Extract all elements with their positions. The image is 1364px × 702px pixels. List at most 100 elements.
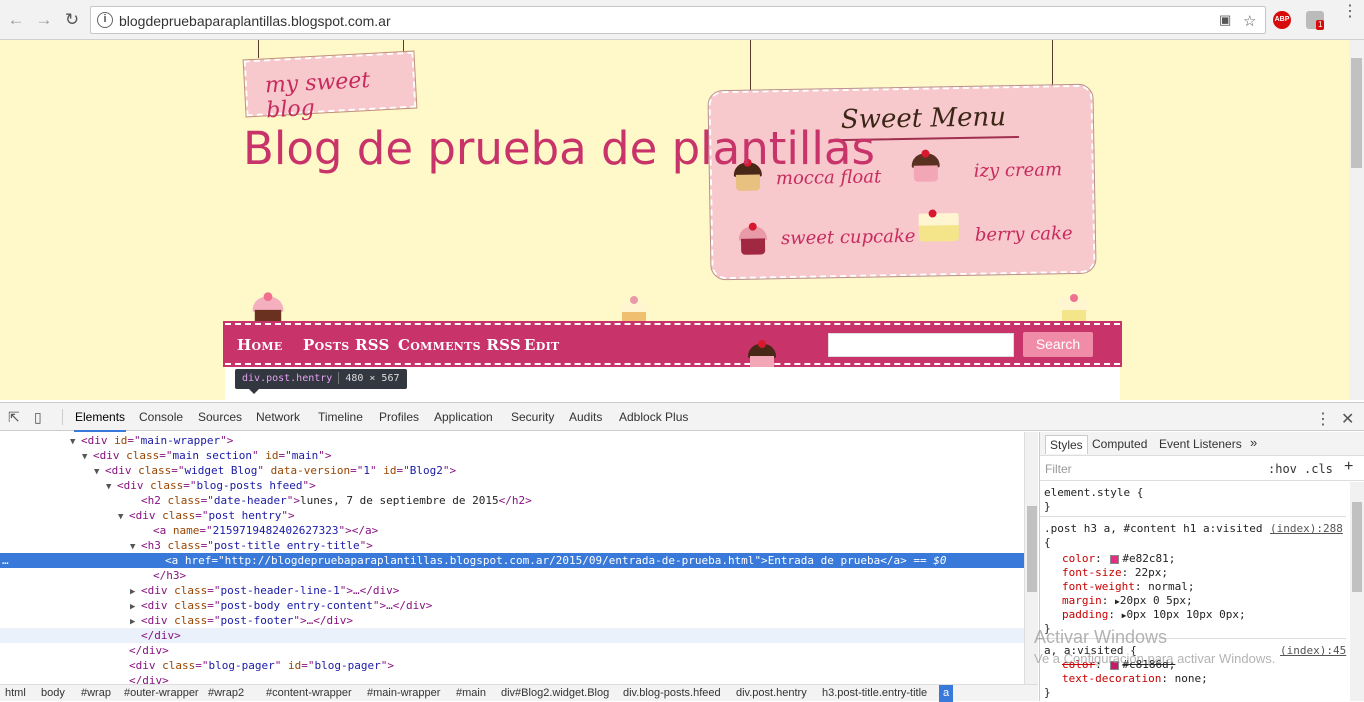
tab-computed[interactable]: Computed [1092, 437, 1147, 451]
breadcrumb-item[interactable]: #wrap [81, 685, 111, 702]
dom-node-line[interactable]: ▶ <div class="post-header-line-1">…</div> [0, 583, 1024, 598]
inspect-icon[interactable]: ⇱ [8, 409, 20, 426]
scroll-thumb[interactable] [1351, 58, 1362, 168]
breadcrumb-item[interactable]: a [939, 685, 954, 702]
dom-node-line[interactable]: ▼ <div class="post hentry"> [0, 508, 1024, 523]
styles-scrollbar[interactable] [1350, 482, 1364, 701]
dom-node-line[interactable]: </div> [0, 673, 1024, 684]
translate-icon[interactable]: ▣ [1219, 12, 1231, 28]
sweet-menu-board: Sweet Menu mocca float izy cream sweet c… [707, 83, 1097, 281]
forward-icon[interactable]: → [34, 10, 54, 30]
breadcrumb-item[interactable]: div#Blog2.widget.Blog [501, 685, 609, 702]
style-declaration: font-size: 22px; [1062, 566, 1168, 579]
breadcrumb-item[interactable]: html [5, 685, 26, 702]
dom-node-line[interactable]: <div class="blog-pager" id="blog-pager"> [0, 658, 1024, 673]
devtools-toolbar: ⇱ ▯ Elements Console Sources Network Tim… [0, 403, 1364, 432]
tab-event-listeners[interactable]: Event Listeners [1159, 437, 1242, 451]
breadcrumb-item[interactable]: #main-wrapper [367, 685, 440, 702]
style-line: { [1044, 536, 1051, 549]
search-input[interactable] [828, 333, 1014, 357]
close-icon[interactable]: ✕ [1341, 409, 1354, 429]
page-scrollbar[interactable] [1349, 40, 1364, 400]
style-declaration: color: #e82c81; [1062, 552, 1176, 565]
dom-node-line[interactable]: ▼ <div class="main section" id="main"> [0, 448, 1024, 463]
devtools-menu-icon[interactable]: ⋮ [1315, 409, 1331, 429]
dom-node-line[interactable]: ▶ <div class="post-body entry-content">…<… [0, 598, 1024, 613]
breadcrumb-item[interactable]: #content-wrapper [266, 685, 352, 702]
nav-home-link[interactable]: Home [237, 336, 283, 354]
dom-node-line[interactable]: <a name="2159719482402627323"></a> [0, 523, 1024, 538]
breadcrumb-item[interactable]: h3.post-title.entry-title [822, 685, 927, 702]
nav-comments-rss-link[interactable]: Comments RSS [398, 336, 521, 354]
search-button[interactable]: Search [1023, 332, 1093, 357]
style-declaration: margin: ▶20px 0 5px; [1062, 594, 1193, 607]
tab-profiles[interactable]: Profiles [379, 410, 419, 424]
dom-node-line[interactable]: </h3> [0, 568, 1024, 583]
activation-watermark-sub: Ve a Configuración para activar Windows. [1034, 651, 1276, 666]
dom-node-line[interactable]: ▼ <h3 class="post-title entry-title"> [0, 538, 1024, 553]
address-bar[interactable]: i blogdepruebaparaplantillas.blogspot.co… [90, 6, 1266, 34]
dom-node-line[interactable]: <h2 class="date-header">lunes, 7 de sept… [0, 493, 1024, 508]
menu-item: izy cream [973, 159, 1063, 182]
reload-icon[interactable]: ↻ [62, 10, 82, 30]
inspect-tooltip: div.post.hentry 480 × 567 [235, 369, 407, 394]
breadcrumb-item[interactable]: div.post.hentry [736, 685, 807, 702]
nav-bar: Home Posts RSS Comments RSS Edit Search [223, 321, 1122, 367]
more-tabs-icon[interactable]: » [1250, 435, 1257, 450]
cupcake-icon [909, 149, 942, 184]
dom-node-line[interactable]: ▶ <div class="post-footer">…</div> [0, 613, 1024, 628]
tab-timeline[interactable]: Timeline [318, 410, 363, 424]
device-mode-icon[interactable]: ▯ [34, 409, 42, 426]
tooltip-dimensions: 480 × 567 [345, 373, 400, 384]
scroll-thumb[interactable] [1027, 506, 1037, 592]
nav-posts-rss-link[interactable]: Posts RSS [303, 336, 390, 354]
tab-console[interactable]: Console [139, 410, 183, 424]
cls-button[interactable]: .cls [1304, 462, 1333, 476]
tab-sources[interactable]: Sources [198, 410, 242, 424]
info-icon[interactable]: i [97, 12, 113, 28]
breadcrumb: html body #wrap #outer-wrapper #wrap2 #conten… [0, 684, 1038, 702]
style-line: } [1044, 500, 1051, 513]
menu-item: berry cake [974, 223, 1073, 246]
source-link[interactable]: (index):45 [1280, 644, 1346, 658]
tab-audits[interactable]: Audits [569, 410, 602, 424]
styles-filter[interactable]: Filter :hov .cls + [1040, 457, 1364, 481]
breadcrumb-item[interactable]: #wrap2 [208, 685, 244, 702]
bookmark-star-icon[interactable]: ☆ [1243, 12, 1256, 30]
color-swatch[interactable] [1110, 554, 1120, 564]
add-rule-icon[interactable]: + [1344, 458, 1353, 476]
url-text: blogdepruebaparaplantillas.blogspot.com.… [119, 13, 391, 29]
tag-text: my sweet blog [264, 67, 371, 124]
scroll-thumb[interactable] [1352, 502, 1362, 592]
devtools-panel: ⇱ ▯ Elements Console Sources Network Tim… [0, 402, 1364, 702]
tab-styles[interactable]: Styles [1045, 435, 1088, 454]
source-link[interactable]: (index):288 [1270, 522, 1343, 536]
tooltip-classes: .post.hentry [260, 373, 333, 384]
tab-network[interactable]: Network [256, 410, 300, 424]
breadcrumb-item[interactable]: #main [456, 685, 486, 702]
tab-application[interactable]: Application [434, 410, 493, 424]
dom-node-line[interactable]: ▼ <div class="blog-posts hfeed"> [0, 478, 1024, 493]
page-viewport: my sweet blog Sweet Menu mocca float izy… [0, 40, 1349, 400]
extension-icon[interactable]: 1 [1306, 11, 1325, 30]
tab-security[interactable]: Security [511, 410, 554, 424]
nav-edit-link[interactable]: Edit [524, 336, 560, 354]
tab-elements[interactable]: Elements [73, 410, 127, 432]
dom-node-line[interactable]: … <a href="http://blogdepruebaparaplantil… [0, 553, 1024, 568]
dom-node-line[interactable]: </div> [0, 643, 1024, 658]
hov-button[interactable]: :hov [1268, 462, 1297, 476]
tab-adblock-plus[interactable]: Adblock Plus [619, 410, 688, 424]
browser-toolbar: ← → ↻ i blogdepruebaparaplantillas.blogs… [0, 0, 1364, 40]
dom-node-line[interactable]: </div> [0, 628, 1024, 643]
breadcrumb-item[interactable]: body [41, 685, 65, 702]
dom-node-line[interactable]: ▼ <div id="main-wrapper"> [0, 433, 1024, 448]
style-declaration: padding: ▶0px 10px 10px 0px; [1062, 608, 1246, 621]
menu-dots-icon[interactable]: ⋮ [1342, 4, 1358, 20]
breadcrumb-item[interactable]: #outer-wrapper [124, 685, 199, 702]
rule-selector: .post h3 a, #content h1 a:visited (index)… [1044, 522, 1343, 535]
breadcrumb-item[interactable]: div.blog-posts.hfeed [623, 685, 721, 702]
dom-node-line[interactable]: ▼ <div class="widget Blog" data-version="… [0, 463, 1024, 478]
blog-title[interactable]: Blog de prueba de plantillas [243, 122, 875, 175]
back-icon[interactable]: ← [6, 10, 26, 30]
adblock-icon[interactable]: ABP [1273, 11, 1291, 29]
